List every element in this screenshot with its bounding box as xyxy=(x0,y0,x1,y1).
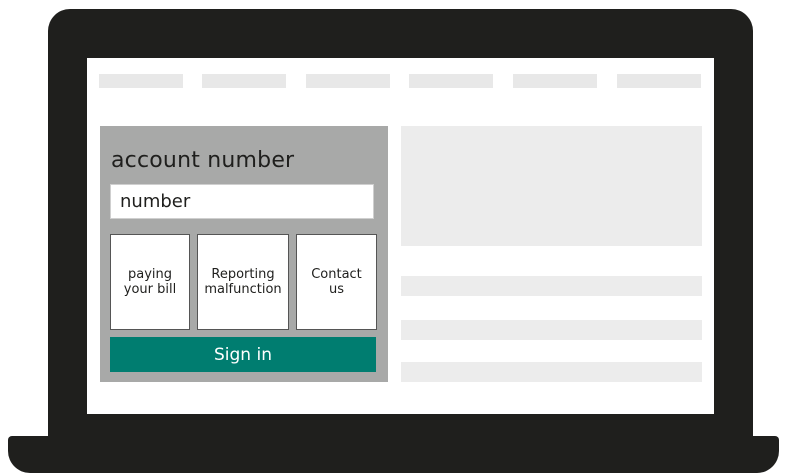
paying-bill-option[interactable]: paying your bill xyxy=(110,234,190,330)
content-placeholder-line-3 xyxy=(401,362,702,382)
sign-in-button[interactable]: Sign in xyxy=(110,337,376,372)
nav-item-1[interactable] xyxy=(99,74,183,88)
contact-us-option[interactable]: Contact us xyxy=(296,234,377,330)
content-placeholder-line-2 xyxy=(401,320,702,340)
nav-item-3[interactable] xyxy=(306,74,390,88)
content-placeholder-block xyxy=(401,126,702,246)
account-number-input-value: number xyxy=(120,191,191,212)
laptop-screen: account number number paying your bill R… xyxy=(87,58,714,414)
account-number-heading: account number xyxy=(111,148,295,173)
laptop-base xyxy=(8,436,779,473)
laptop-illustration: account number number paying your bill R… xyxy=(0,0,787,473)
reporting-malfunction-option[interactable]: Reporting malfunction xyxy=(197,234,289,330)
nav-item-4[interactable] xyxy=(409,74,493,88)
nav-item-5[interactable] xyxy=(513,74,597,88)
signin-panel: account number number paying your bill R… xyxy=(100,126,388,382)
nav-item-6[interactable] xyxy=(617,74,701,88)
contact-us-option-label: Contact us xyxy=(311,267,362,297)
content-placeholder-line-1 xyxy=(401,276,702,296)
paying-bill-option-label: paying your bill xyxy=(123,267,177,297)
reporting-malfunction-option-label: Reporting malfunction xyxy=(204,267,282,297)
account-number-input[interactable]: number xyxy=(110,184,374,219)
nav-item-2[interactable] xyxy=(202,74,286,88)
